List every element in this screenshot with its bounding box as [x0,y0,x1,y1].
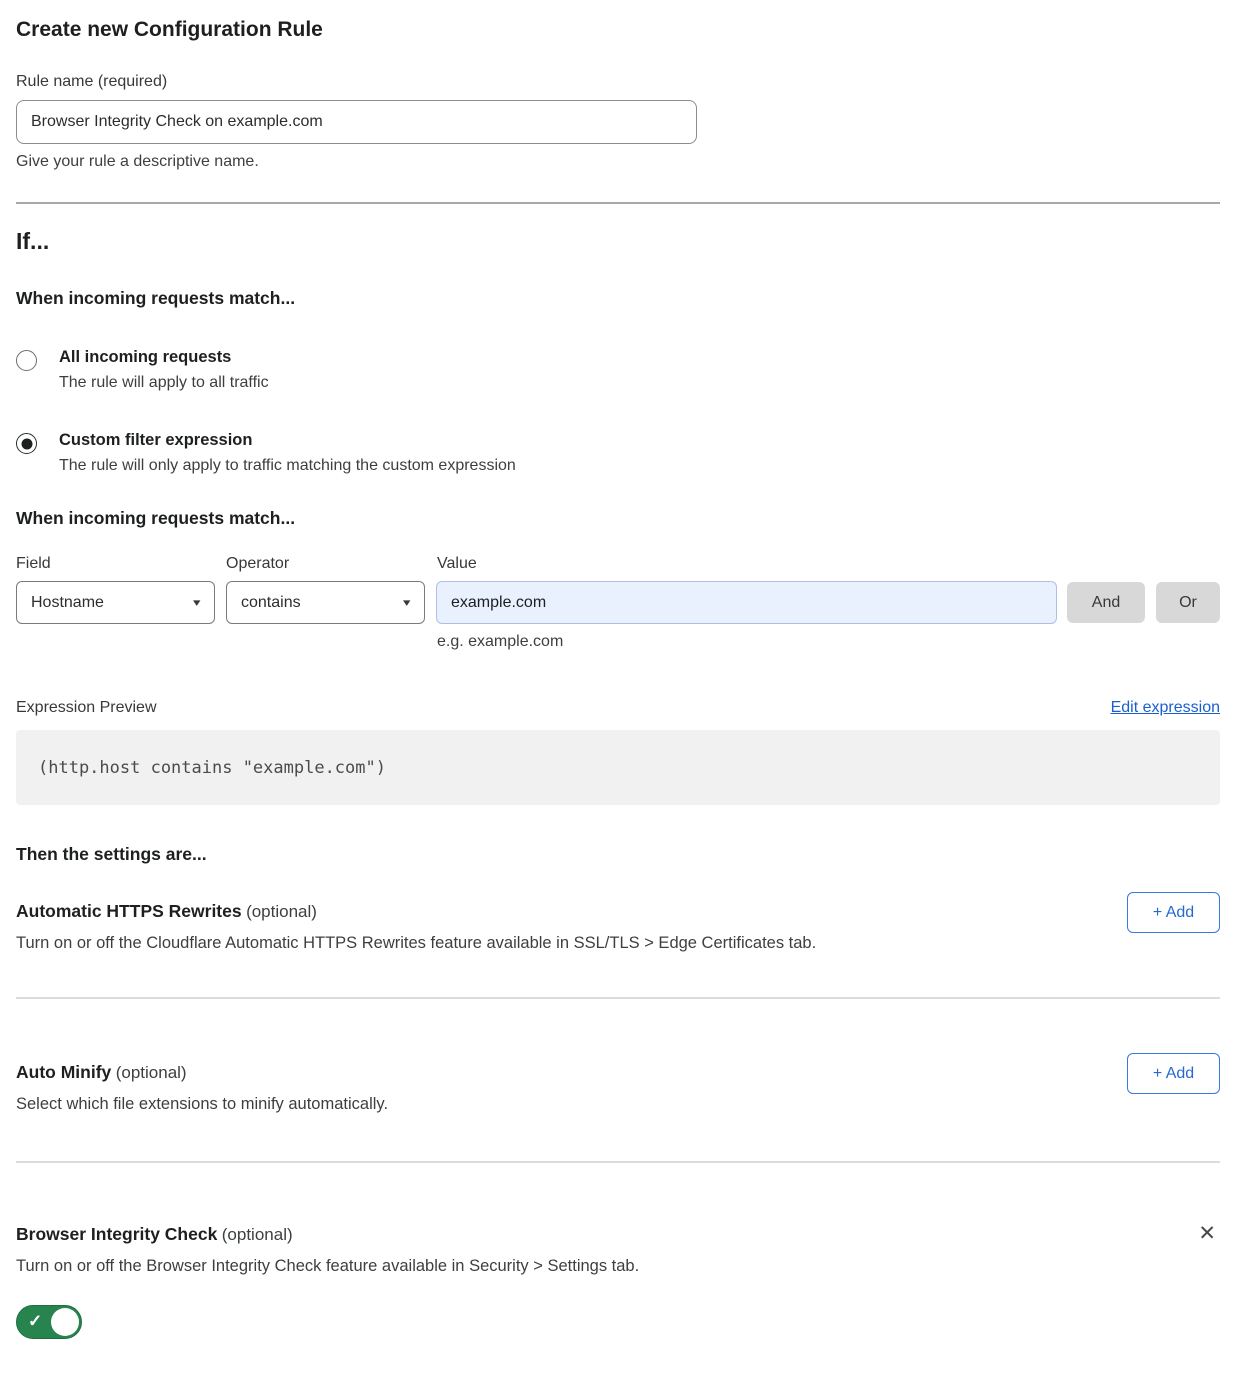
expression-preview-box: (http.host contains "example.com") [16,730,1220,805]
filter-column-labels: Field Operator Value [16,555,1220,573]
field-select-value: Hostname [31,594,104,612]
chevron-down-icon: ▾ [194,596,201,609]
setting-description: Turn on or off the Cloudflare Automatic … [16,934,816,953]
close-icon: ✕ [1198,1222,1216,1245]
setting-description: Select which file extensions to minify a… [16,1095,388,1114]
chevron-down-icon: ▾ [404,596,411,609]
field-select[interactable]: Hostname ▾ [16,581,215,624]
setting-optional-tag: (optional) [116,1063,187,1082]
expression-preview-label: Expression Preview [16,699,157,717]
browser-integrity-check-toggle[interactable]: ✓ [16,1305,82,1339]
if-heading: If... [16,228,1220,255]
rule-name-label: Rule name (required) [16,73,1220,91]
setting-automatic-https-rewrites: Automatic HTTPS Rewrites (optional) Turn… [16,892,1220,953]
operator-select-value: contains [241,594,301,612]
setting-title: Browser Integrity Check [16,1224,217,1244]
radio-option-label: Custom filter expression [59,431,516,450]
then-settings-heading: Then the settings are... [16,844,1220,865]
field-column-label: Field [16,555,226,573]
expression-preview-header: Expression Preview Edit expression [16,699,1220,717]
value-input[interactable] [436,581,1057,624]
radio-option-all-incoming-requests[interactable]: All incoming requests The rule will appl… [16,348,1220,392]
radio-option-description: The rule will only apply to traffic matc… [59,457,516,475]
filter-builder-heading: When incoming requests match... [16,508,1220,529]
rule-name-help: Give your rule a descriptive name. [16,153,1220,171]
setting-divider [16,997,1220,999]
toggle-knob [51,1308,79,1336]
radio-button-unselected[interactable] [16,350,37,371]
radio-option-label: All incoming requests [59,348,269,367]
radio-option-description: The rule will apply to all traffic [59,374,269,392]
filter-expression-row: Hostname ▾ contains ▾ And Or [16,581,1220,624]
add-setting-button[interactable]: + Add [1127,1053,1220,1094]
when-requests-match-heading: When incoming requests match... [16,288,1220,309]
rule-name-input[interactable] [16,100,697,144]
add-setting-button[interactable]: + Add [1127,892,1220,933]
expression-code: (http.host contains "example.com") [38,758,386,778]
setting-optional-tag: (optional) [222,1225,293,1244]
radio-option-custom-filter-expression[interactable]: Custom filter expression The rule will o… [16,431,1220,475]
create-configuration-rule-page: Create new Configuration Rule Rule name … [0,0,1237,1377]
and-button[interactable]: And [1067,582,1145,623]
setting-title: Auto Minify [16,1062,111,1082]
check-icon: ✓ [28,1312,42,1332]
section-divider [16,202,1220,204]
or-button[interactable]: Or [1156,582,1220,623]
setting-description: Turn on or off the Browser Integrity Che… [16,1257,639,1276]
setting-optional-tag: (optional) [246,902,317,921]
value-column-label: Value [437,555,1220,573]
setting-divider [16,1161,1220,1163]
operator-column-label: Operator [226,555,437,573]
page-title: Create new Configuration Rule [16,18,1220,42]
value-hint: e.g. example.com [437,633,1220,651]
setting-title: Automatic HTTPS Rewrites [16,901,242,921]
operator-select[interactable]: contains ▾ [226,581,425,624]
radio-button-selected[interactable] [16,433,37,454]
setting-browser-integrity-check: Browser Integrity Check (optional) Turn … [16,1215,1220,1344]
remove-setting-button[interactable]: ✕ [1194,1219,1220,1248]
edit-expression-link[interactable]: Edit expression [1111,699,1220,717]
setting-auto-minify: Auto Minify (optional) Select which file… [16,1053,1220,1114]
